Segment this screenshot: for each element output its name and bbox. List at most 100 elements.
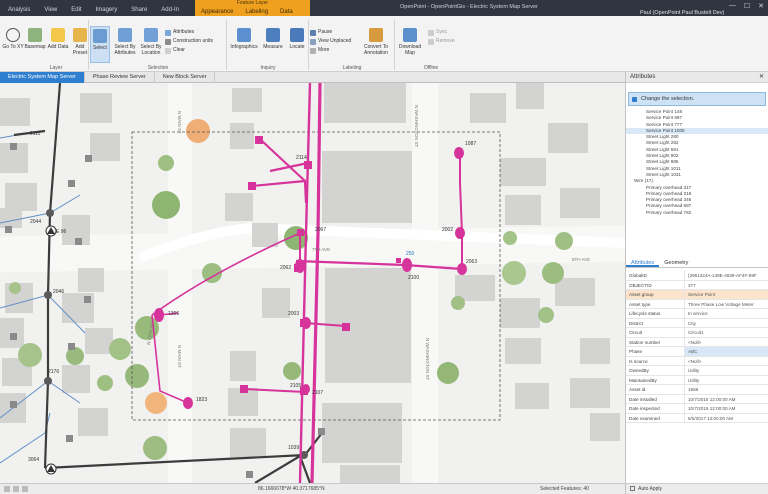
label-2062: 2062 xyxy=(280,265,291,271)
phase-value-editor[interactable]: ABC xyxy=(684,347,768,356)
label-3064: 3064 xyxy=(28,457,39,463)
ribbon-tabs: Analysis View Edit Imagery Share Add-In xyxy=(2,5,185,15)
attributes-pane: Attributes ✕ Change the selection. Servi… xyxy=(625,72,768,494)
tab-imagery[interactable]: Imagery xyxy=(90,5,124,15)
selected-features-count[interactable]: Selected Features: 40 xyxy=(540,486,589,492)
label-250: 250 xyxy=(406,251,415,257)
change-selection-button[interactable]: Change the selection. xyxy=(628,92,766,106)
attr-row-owned-by: OwnedBy Utility xyxy=(626,366,768,376)
street-n-washington-north: N WASHINGTON ST xyxy=(414,105,419,148)
more-labeling-button[interactable]: More xyxy=(310,47,329,54)
view-unplaced-button[interactable]: View Unplaced xyxy=(310,38,351,45)
attr-row-date-examined: Date examined 6/5/2017 12:00:00 AM xyxy=(626,413,768,423)
tab-analysis[interactable]: Analysis xyxy=(2,5,36,15)
label-2002: 2002 xyxy=(442,227,453,233)
attr-row-date-installed: Date installed 10/7/2015 12:00:00 AM xyxy=(626,394,768,404)
tab-add-in[interactable]: Add-In xyxy=(155,5,185,15)
sync-button[interactable]: Sync xyxy=(428,29,447,36)
tab-view[interactable]: View xyxy=(38,5,63,15)
layers-icon[interactable] xyxy=(22,486,28,492)
map-canvas[interactable]: 2111 2114 2044 E 96 2046 2176 2062 2067 … xyxy=(0,83,625,483)
attr-row-station-number: Station number <Null> xyxy=(626,337,768,347)
select-by-location-button[interactable]: Select By Location xyxy=(138,28,164,56)
attributes-button[interactable]: Attributes xyxy=(165,29,194,36)
status-bar: 86.1666678°W 40.3717685°N Selected Featu… xyxy=(0,483,625,494)
select-button[interactable]: Select xyxy=(90,26,110,63)
label-1823: 1823 xyxy=(196,397,207,403)
attributes-header: Attributes ✕ xyxy=(626,72,768,83)
tree-item[interactable]: Primary overhead 762 xyxy=(626,210,768,216)
tab-edit[interactable]: Edit xyxy=(65,5,87,15)
auto-apply-checkbox[interactable] xyxy=(630,486,635,492)
label-e96: E 96 xyxy=(56,229,67,235)
convert-to-annotation-button[interactable]: Convert To Annotation xyxy=(358,28,394,56)
scale-icon[interactable] xyxy=(4,486,10,492)
grid-icon[interactable] xyxy=(13,486,19,492)
close-button[interactable]: ✕ xyxy=(758,2,764,10)
street-n-main-north: N MAIN ST xyxy=(177,111,182,134)
infographics-button[interactable]: Infographics xyxy=(228,28,260,50)
sync-icon xyxy=(428,29,434,36)
attr-row-date-inspected: Date inspected 10/7/2015 12:00:00 AM xyxy=(626,404,768,414)
tab-attributes[interactable]: Attributes xyxy=(626,258,660,267)
clear-button[interactable]: Clear xyxy=(165,47,185,54)
map-view[interactable]: 2111 2114 2044 E 96 2046 2176 2062 2067 … xyxy=(0,83,625,483)
attr-row-objectid: OBJECTID 377 xyxy=(626,280,768,290)
pause-icon xyxy=(310,29,316,36)
context-title: Feature Layer xyxy=(236,0,269,6)
minimize-button[interactable]: — xyxy=(729,2,736,10)
attr-row-asset-type: Asset type Three Phase Low Voltage Meter xyxy=(626,299,768,309)
label-2067: 2067 xyxy=(315,227,326,233)
ribbon: Go To XY Basemap Add Data Add Preset Sel… xyxy=(0,16,768,72)
attr-row-circuit: Circuit Circuit1 xyxy=(626,328,768,338)
remove-icon xyxy=(428,38,434,45)
ribbon-separator xyxy=(88,20,89,70)
basemap-icon xyxy=(28,28,42,42)
tab-new-block[interactable]: New Block Server xyxy=(155,72,216,83)
select-by-attributes-button[interactable]: Select By Attributes xyxy=(112,28,138,56)
label-2111: 2111 xyxy=(30,131,41,137)
attributes-footer: Auto Apply xyxy=(626,483,768,494)
label-2176: 2176 xyxy=(48,369,59,375)
ribbon-separator xyxy=(394,20,395,70)
basemap-button[interactable]: Basemap xyxy=(24,28,46,50)
group-label-selection: Selection xyxy=(147,65,169,71)
goto-xy-button[interactable]: Go To XY xyxy=(2,28,24,50)
attr-row-is-source: Is source <Null> xyxy=(626,356,768,366)
add-preset-icon xyxy=(73,28,87,42)
pause-labeling-button[interactable]: Pause xyxy=(310,29,332,36)
auto-apply-label: Auto Apply xyxy=(638,486,663,492)
add-data-button[interactable]: Add Data xyxy=(47,28,69,50)
maximize-button[interactable]: ☐ xyxy=(744,2,750,10)
ribbon-separator xyxy=(308,20,309,70)
attr-row-maintained-by: MaintainedBy Utility xyxy=(626,375,768,385)
tab-share[interactable]: Share xyxy=(125,5,153,15)
download-map-button[interactable]: Download Map xyxy=(396,28,424,56)
measure-button[interactable]: Measure xyxy=(260,28,286,50)
close-pane-button[interactable]: ✕ xyxy=(759,73,764,80)
infographics-icon xyxy=(237,28,251,42)
annotation-icon xyxy=(369,28,383,42)
label-2063: 2063 xyxy=(466,259,477,265)
label-1087: 1087 xyxy=(465,141,476,147)
label-2003: 2003 xyxy=(288,311,299,317)
street-n-washington-south: N WASHINGTON ST xyxy=(425,338,430,381)
selection-icon xyxy=(632,97,637,102)
attribute-grid: GlobalID {3951324A-139E-4839-AF4F-99F OBJ… xyxy=(626,271,768,423)
crosshair-icon xyxy=(6,28,20,42)
view-unplaced-icon xyxy=(310,38,316,45)
street-7th-ave: 7TH AVE xyxy=(312,247,330,252)
tab-electric-system-map[interactable]: Electric System Map Server xyxy=(0,72,85,83)
attributes-icon xyxy=(165,29,171,36)
clear-selection-icon xyxy=(165,47,171,54)
selection-tree: Service Point 148 Service Point 897 Serv… xyxy=(626,109,768,216)
tab-phase-review[interactable]: Phase Review Server xyxy=(85,72,155,83)
remove-button[interactable]: Remove xyxy=(428,38,455,45)
attr-row-asset-group: Asset group Service Point xyxy=(626,290,768,300)
construction-units-button[interactable]: Construction units xyxy=(165,38,213,45)
group-label-offline: Offline xyxy=(423,65,439,71)
locate-button[interactable]: Locate xyxy=(286,28,308,50)
tab-geometry[interactable]: Geometry xyxy=(659,258,693,267)
label-2100: 2100 xyxy=(408,275,419,281)
buildings xyxy=(0,83,620,483)
